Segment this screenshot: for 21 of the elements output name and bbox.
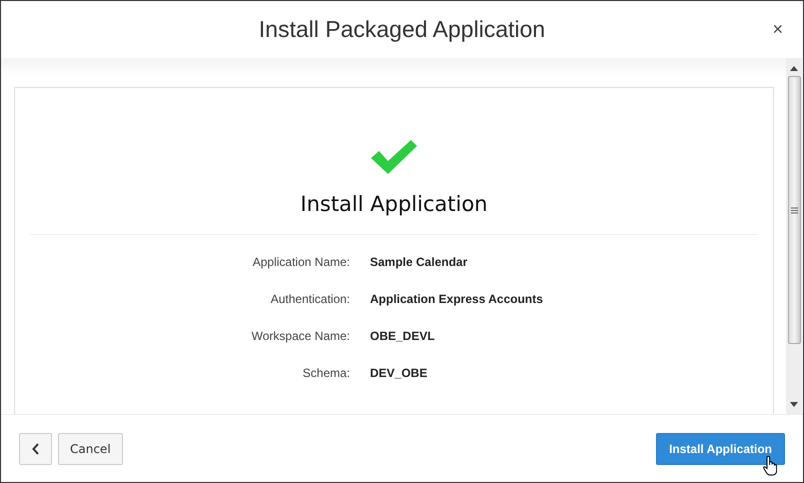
back-button[interactable]: [19, 432, 52, 464]
scroll-down-icon[interactable]: [790, 402, 798, 408]
card-heading: Install Application: [300, 192, 488, 216]
close-button[interactable]: ×: [772, 19, 783, 40]
field-label: Application Name:: [252, 255, 350, 269]
field-value: Application Express Accounts: [370, 292, 543, 306]
dialog-title: Install Packaged Application: [258, 16, 546, 43]
scrollbar[interactable]: [786, 58, 802, 414]
install-button[interactable]: Install Application: [656, 432, 785, 464]
field-value: DEV_OBE: [370, 366, 428, 380]
grip-icon: [790, 206, 798, 214]
hand-cursor-icon: [763, 456, 777, 476]
scroll-up-icon[interactable]: [790, 65, 798, 71]
field-label: Authentication:: [270, 292, 350, 306]
cancel-button[interactable]: Cancel: [58, 432, 123, 464]
checkmark-icon: [369, 138, 419, 176]
field-label: Workspace Name:: [250, 329, 350, 343]
field-value: OBE_DEVL: [370, 329, 436, 343]
chevron-left-icon: [32, 442, 40, 454]
field-value: Sample Calendar: [370, 255, 468, 269]
field-label: Schema:: [302, 366, 350, 380]
